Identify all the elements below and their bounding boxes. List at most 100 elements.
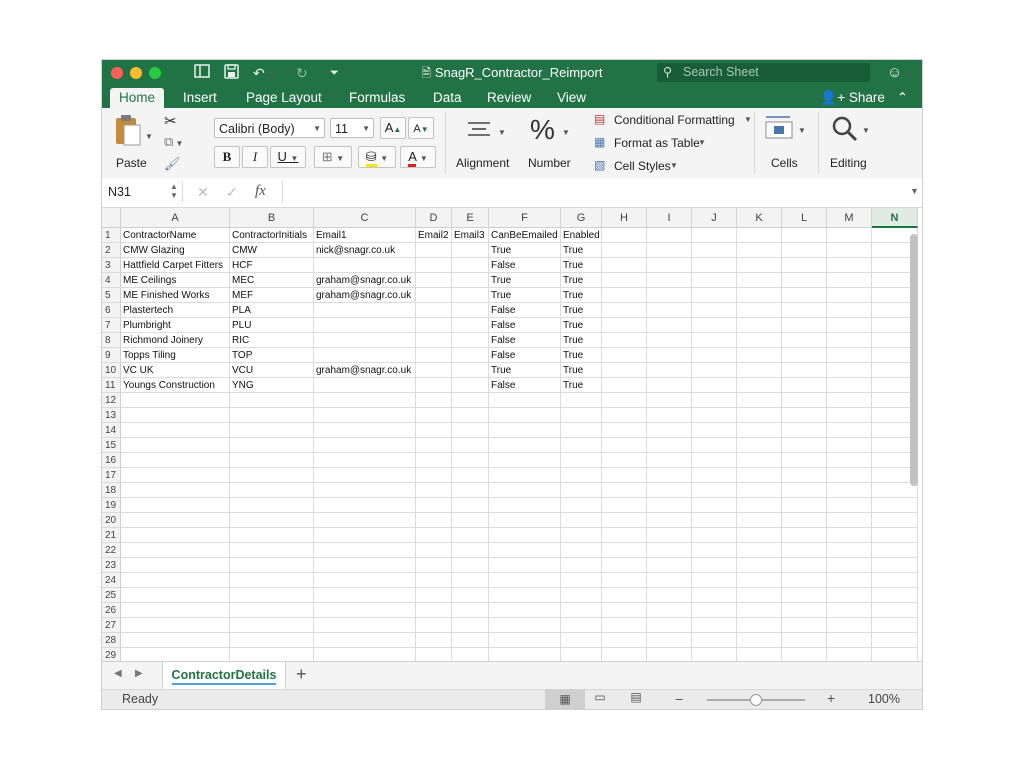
format-painter-icon[interactable]: 🖌 [164,156,181,172]
cell-d10[interactable] [416,363,452,378]
cell-c24[interactable] [314,573,416,588]
cell-i13[interactable] [647,408,692,423]
cell-n26[interactable] [872,603,918,618]
cell-d6[interactable] [416,303,452,318]
row-header[interactable]: 3 [102,258,121,273]
cell-l10[interactable] [782,363,827,378]
row-header[interactable]: 18 [102,483,121,498]
cell-k12[interactable] [737,393,782,408]
cell-c6[interactable] [314,303,416,318]
cell-a21[interactable] [121,528,230,543]
cell-c21[interactable] [314,528,416,543]
cell-h22[interactable] [602,543,647,558]
zoom-out-button[interactable]: − [675,691,683,707]
cell-j9[interactable] [692,348,737,363]
cell-m20[interactable] [827,513,872,528]
cell-m11[interactable] [827,378,872,393]
column-header-l[interactable]: L [782,208,827,228]
cell-d28[interactable] [416,633,452,648]
cell-g16[interactable] [561,453,602,468]
cell-h17[interactable] [602,468,647,483]
function-icon[interactable]: fx [255,183,266,200]
cell-l13[interactable] [782,408,827,423]
cell-g12[interactable] [561,393,602,408]
select-all-corner[interactable] [102,208,121,228]
row-header[interactable]: 12 [102,393,121,408]
cell-c14[interactable] [314,423,416,438]
cell-d29[interactable] [416,648,452,661]
cell-n25[interactable] [872,588,918,603]
cell-j14[interactable] [692,423,737,438]
cell-e1[interactable]: Email3 [452,228,489,243]
cell-f24[interactable] [489,573,561,588]
cell-f26[interactable] [489,603,561,618]
cell-a19[interactable] [121,498,230,513]
cell-d20[interactable] [416,513,452,528]
cell-d16[interactable] [416,453,452,468]
cell-k1[interactable] [737,228,782,243]
cell-j21[interactable] [692,528,737,543]
cell-k22[interactable] [737,543,782,558]
cell-e2[interactable] [452,243,489,258]
cell-c22[interactable] [314,543,416,558]
cell-m16[interactable] [827,453,872,468]
cell-g6[interactable]: True [561,303,602,318]
cell-d13[interactable] [416,408,452,423]
name-box[interactable]: N31 ▲ ▼ [102,182,183,202]
cell-c1[interactable]: Email1 [314,228,416,243]
cell-l23[interactable] [782,558,827,573]
row-header[interactable]: 5 [102,288,121,303]
cell-j18[interactable] [692,483,737,498]
cell-e25[interactable] [452,588,489,603]
cell-e15[interactable] [452,438,489,453]
cell-m12[interactable] [827,393,872,408]
cell-a8[interactable]: Richmond Joinery [121,333,230,348]
shrink-font-button[interactable]: A▼ [408,117,434,139]
cell-f3[interactable]: False [489,258,561,273]
cancel-icon[interactable]: ✕ [197,184,209,201]
cell-m22[interactable] [827,543,872,558]
cell-m3[interactable] [827,258,872,273]
cell-c12[interactable] [314,393,416,408]
column-header-b[interactable]: B [230,208,314,228]
page-break-view-icon[interactable]: ▤ [626,690,646,704]
cell-f12[interactable] [489,393,561,408]
cell-f1[interactable]: CanBeEmailed [489,228,561,243]
cell-e27[interactable] [452,618,489,633]
cell-a22[interactable] [121,543,230,558]
cell-j10[interactable] [692,363,737,378]
cell-c5[interactable]: graham@snagr.co.uk [314,288,416,303]
cell-b16[interactable] [230,453,314,468]
cell-k7[interactable] [737,318,782,333]
cell-h3[interactable] [602,258,647,273]
formula-input[interactable] [282,182,903,202]
cell-j1[interactable] [692,228,737,243]
cell-b29[interactable] [230,648,314,661]
cell-h23[interactable] [602,558,647,573]
cell-c17[interactable] [314,468,416,483]
cell-a17[interactable] [121,468,230,483]
cell-b3[interactable]: HCF [230,258,314,273]
zoom-slider[interactable] [707,694,805,706]
cell-j6[interactable] [692,303,737,318]
cell-e29[interactable] [452,648,489,661]
cell-c10[interactable]: graham@snagr.co.uk [314,363,416,378]
cell-k27[interactable] [737,618,782,633]
cell-j15[interactable] [692,438,737,453]
row-header[interactable]: 6 [102,303,121,318]
column-header-h[interactable]: H [602,208,647,228]
cell-a23[interactable] [121,558,230,573]
cell-i22[interactable] [647,543,692,558]
cell-f22[interactable] [489,543,561,558]
row-header[interactable]: 25 [102,588,121,603]
column-header-e[interactable]: E [452,208,489,228]
cell-h6[interactable] [602,303,647,318]
zoom-level[interactable]: 100% [868,692,900,706]
cut-icon[interactable]: ✂ [164,112,177,130]
cell-g2[interactable]: True [561,243,602,258]
cell-e21[interactable] [452,528,489,543]
tab-insert[interactable]: Insert [174,88,226,108]
cell-h5[interactable] [602,288,647,303]
cell-f25[interactable] [489,588,561,603]
row-header[interactable]: 16 [102,453,121,468]
